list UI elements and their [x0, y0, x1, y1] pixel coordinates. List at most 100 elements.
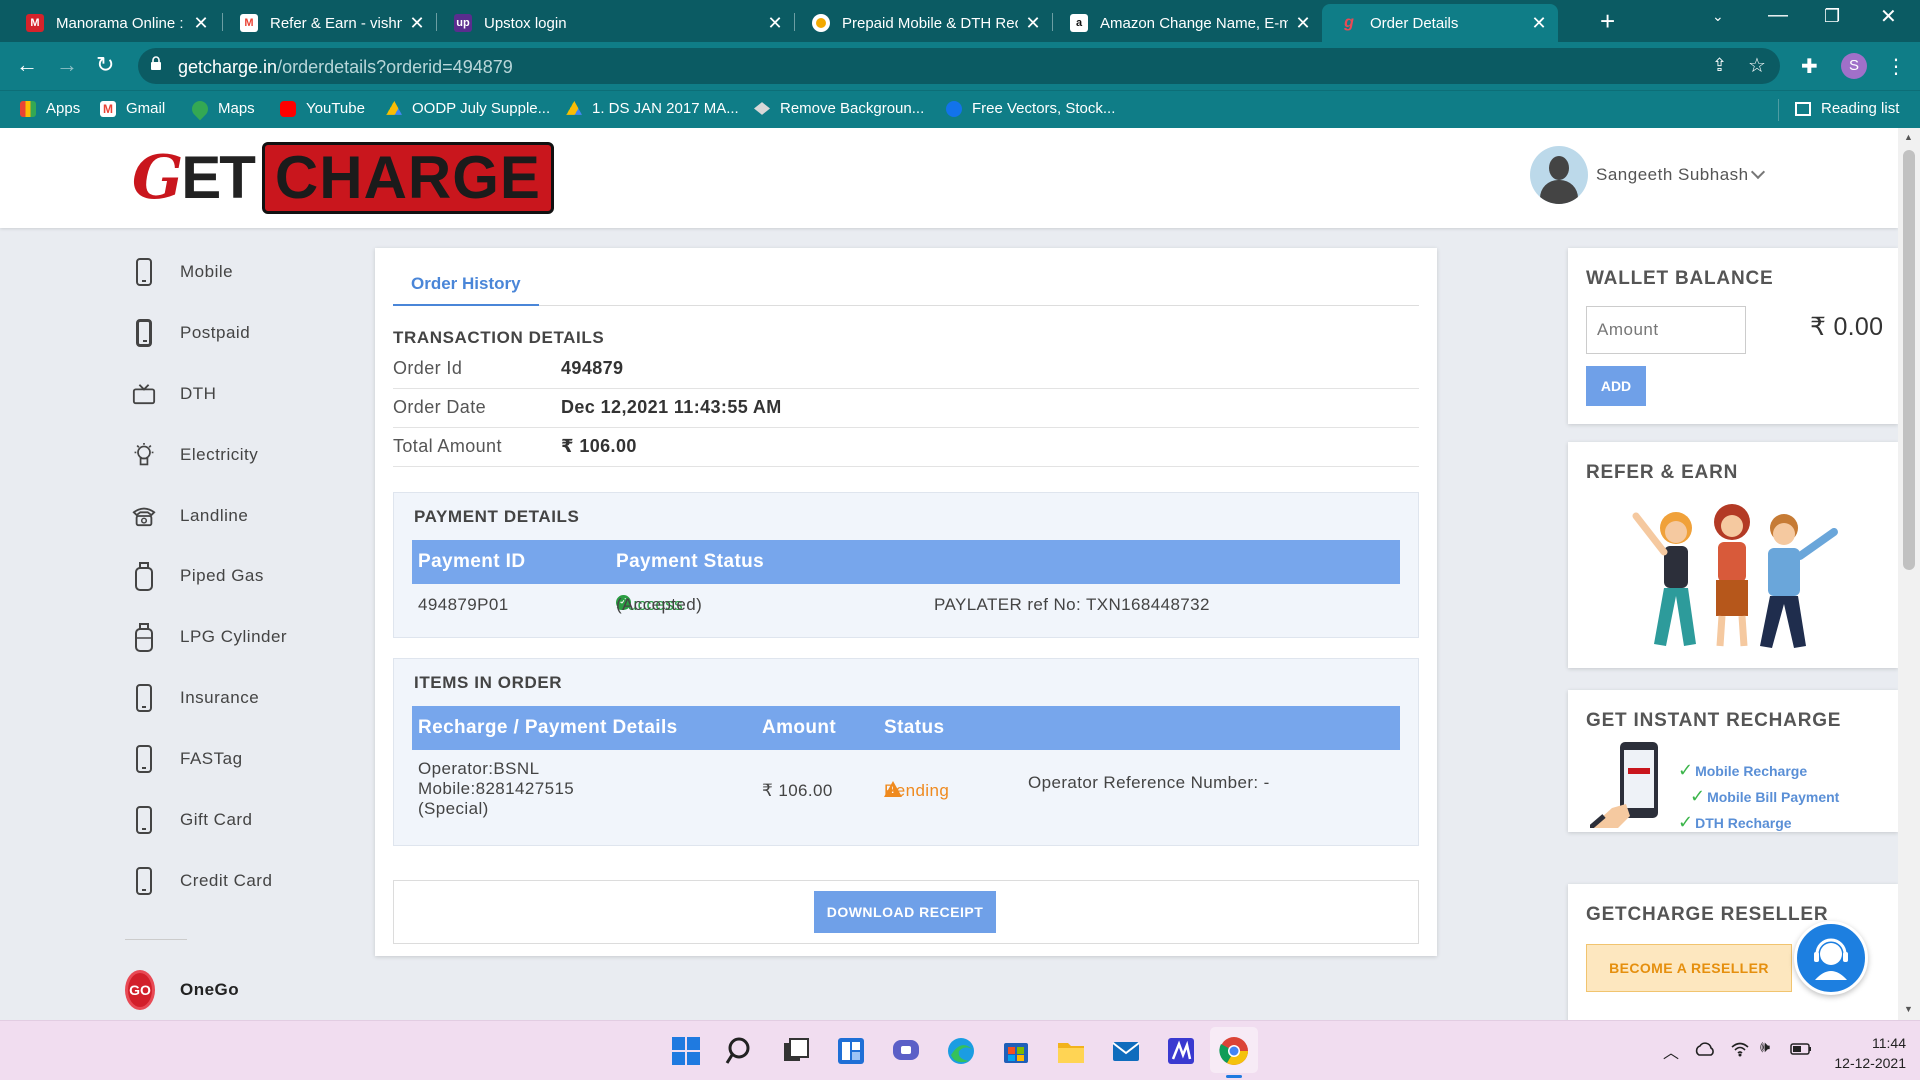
sidebar-item-landline[interactable]: Landline	[122, 496, 372, 536]
logo-charge: CHARGE	[261, 142, 554, 214]
gift-card-phone-icon	[132, 805, 156, 835]
lightbulb-icon	[132, 440, 156, 470]
getcharge-logo[interactable]: GET CHARGE	[132, 142, 554, 214]
share-icon[interactable]: ⇪	[1712, 55, 1727, 76]
reading-list-button[interactable]: Reading list	[1795, 100, 1899, 117]
maximize-icon[interactable]: ❐	[1824, 6, 1840, 27]
instant-item-label: DTH Recharge	[1695, 815, 1792, 831]
scroll-down-arrow-icon[interactable]: ▼	[1904, 1004, 1913, 1014]
fastag-phone-icon	[132, 744, 156, 774]
pen-app-icon[interactable]	[1165, 1035, 1197, 1067]
bookmark-label: YouTube	[306, 100, 365, 117]
new-tab-button[interactable]: +	[1600, 6, 1615, 37]
sidebar-item-postpaid[interactable]: Postpaid	[122, 313, 372, 353]
logo-et: ET	[181, 144, 256, 211]
page-scrollbar[interactable]: ▲ ▼	[1898, 128, 1920, 1020]
window-close-icon[interactable]: ✕	[1880, 4, 1897, 29]
battery-icon[interactable]	[1790, 1043, 1812, 1055]
system-clock[interactable]: 11:44 12-12-2021	[1826, 1033, 1906, 1073]
microsoft-store-icon[interactable]	[1000, 1035, 1032, 1067]
url-text: getcharge.in/orderdetails?orderid=494879	[178, 57, 513, 78]
user-menu[interactable]: Sangeeth Subhash	[1530, 146, 1765, 204]
sidebar-item-piped-gas[interactable]: Piped Gas	[122, 556, 372, 596]
bookmark-freepik[interactable]: Free Vectors, Stock...	[946, 100, 1115, 117]
edge-browser-icon[interactable]	[945, 1035, 977, 1067]
list-item: ✓ Mobile Bill Payment	[1690, 786, 1839, 807]
tab-order-history[interactable]: Order History	[393, 264, 539, 306]
bookmark-star-icon[interactable]: ☆	[1748, 53, 1766, 78]
file-explorer-icon[interactable]	[1055, 1035, 1087, 1067]
browser-tab-prepaid[interactable]: Prepaid Mobile & DTH Rech ✕	[794, 4, 1052, 42]
close-icon[interactable]: ✕	[1530, 13, 1548, 34]
profile-avatar[interactable]: S	[1841, 53, 1867, 79]
table-row: 494879P01 ✓ Success (Accepted) PAYLATER r…	[412, 595, 1400, 619]
sidebar-item-fastag[interactable]: FASTag	[122, 739, 372, 779]
tab-title: Order Details	[1370, 14, 1459, 32]
widgets-icon[interactable]	[835, 1035, 867, 1067]
reload-icon[interactable]: ↻	[96, 52, 114, 78]
extensions-puzzle-icon[interactable]: ✚	[1801, 54, 1818, 79]
bookmark-apps[interactable]: Apps	[20, 100, 80, 117]
close-icon[interactable]: ✕	[766, 13, 784, 34]
close-icon[interactable]: ✕	[1294, 13, 1312, 34]
back-arrow-icon[interactable]: ←	[16, 52, 38, 78]
minimize-icon[interactable]: —	[1768, 4, 1788, 27]
items-table-header: Recharge / Payment Details Amount Status	[412, 706, 1400, 750]
browser-tab-refer[interactable]: M Refer & Earn - vishnusange ✕	[222, 4, 436, 42]
show-hidden-icons-chevron-icon[interactable]: ︿	[1663, 1039, 1679, 1063]
browser-tab-upstox[interactable]: up Upstox login ✕	[436, 4, 794, 42]
search-icon[interactable]	[725, 1035, 757, 1067]
sidebar-item-gift-card[interactable]: Gift Card	[122, 800, 372, 840]
bookmark-youtube[interactable]: YouTube	[280, 100, 365, 117]
sidebar-item-electricity[interactable]: Electricity	[122, 435, 372, 475]
mail-icon[interactable]	[1110, 1035, 1142, 1067]
add-money-button[interactable]: ADD	[1586, 366, 1646, 406]
onedrive-cloud-icon[interactable]	[1694, 1041, 1716, 1057]
browser-tab-strip: M Manorama Online : Breakin ✕ M Refer & …	[0, 0, 1920, 42]
browser-tab-order-details[interactable]: g Order Details ✕	[1322, 4, 1558, 42]
bookmark-ds-jan[interactable]: 1. DS JAN 2017 MA...	[566, 100, 739, 117]
clock-date: 12-12-2021	[1834, 1055, 1906, 1071]
amount-input[interactable]	[1586, 306, 1746, 354]
wifi-icon[interactable]	[1730, 1041, 1750, 1057]
column-payment-status: Payment Status	[616, 551, 765, 572]
windows-start-icon[interactable]	[670, 1035, 702, 1067]
logo-get-text: GET	[132, 143, 256, 213]
tab-search-icon[interactable]: ⌄	[1712, 8, 1724, 25]
sidebar-item-onego[interactable]: GO OneGo	[122, 970, 372, 1010]
sidebar-item-label: Landline	[180, 506, 249, 525]
instant-recharge-card[interactable]: GET INSTANT RECHARGE ✓ Mobile Recharge ✓ M…	[1568, 690, 1898, 832]
teams-chat-icon[interactable]	[890, 1035, 922, 1067]
drive-icon	[566, 100, 582, 115]
gas-cylinder-icon	[132, 561, 156, 591]
browser-tab-manorama[interactable]: M Manorama Online : Breakin ✕	[8, 4, 220, 42]
sidebar-item-dth[interactable]: DTH	[122, 374, 372, 414]
sidebar-item-credit-card[interactable]: Credit Card	[122, 861, 372, 901]
browser-tab-amazon[interactable]: a Amazon Change Name, E-m ✕	[1052, 4, 1322, 42]
chrome-icon[interactable]	[1218, 1035, 1250, 1067]
close-icon[interactable]: ✕	[408, 13, 426, 34]
address-bar[interactable]: getcharge.in/orderdetails?orderid=494879…	[138, 48, 1780, 84]
download-receipt-button[interactable]: DOWNLOAD RECEIPT	[814, 891, 996, 933]
bookmark-oodp[interactable]: OODP July Supple...	[386, 100, 550, 117]
scrollbar-thumb[interactable]	[1903, 150, 1915, 570]
sidebar-item-label: Gift Card	[180, 810, 253, 829]
support-chat-button[interactable]	[1794, 921, 1868, 995]
refer-earn-card[interactable]: REFER & EARN	[1568, 442, 1898, 668]
instant-recharge-title: GET INSTANT RECHARGE	[1586, 710, 1842, 731]
order-date-label: Order Date	[393, 397, 487, 417]
sidebar-item-insurance[interactable]: Insurance	[122, 678, 372, 718]
bookmark-maps[interactable]: Maps	[188, 97, 255, 120]
sidebar-item-mobile[interactable]: Mobile	[122, 252, 372, 292]
close-icon[interactable]: ✕	[1024, 13, 1042, 34]
bookmark-gmail[interactable]: M Gmail	[100, 100, 165, 117]
bookmark-removebg[interactable]: Remove Backgroun...	[754, 100, 924, 117]
chrome-menu-icon[interactable]: ⋮	[1886, 54, 1906, 79]
forward-arrow-icon[interactable]: →	[56, 52, 78, 78]
task-view-icon[interactable]	[780, 1035, 812, 1067]
close-icon[interactable]: ✕	[192, 13, 210, 34]
sidebar-item-lpg-cylinder[interactable]: LPG Cylinder	[122, 617, 372, 657]
become-reseller-button[interactable]: BECOME A RESELLER	[1586, 944, 1792, 992]
scroll-up-arrow-icon[interactable]: ▲	[1904, 132, 1913, 142]
volume-icon[interactable]: 🕪	[1760, 1039, 1770, 1057]
